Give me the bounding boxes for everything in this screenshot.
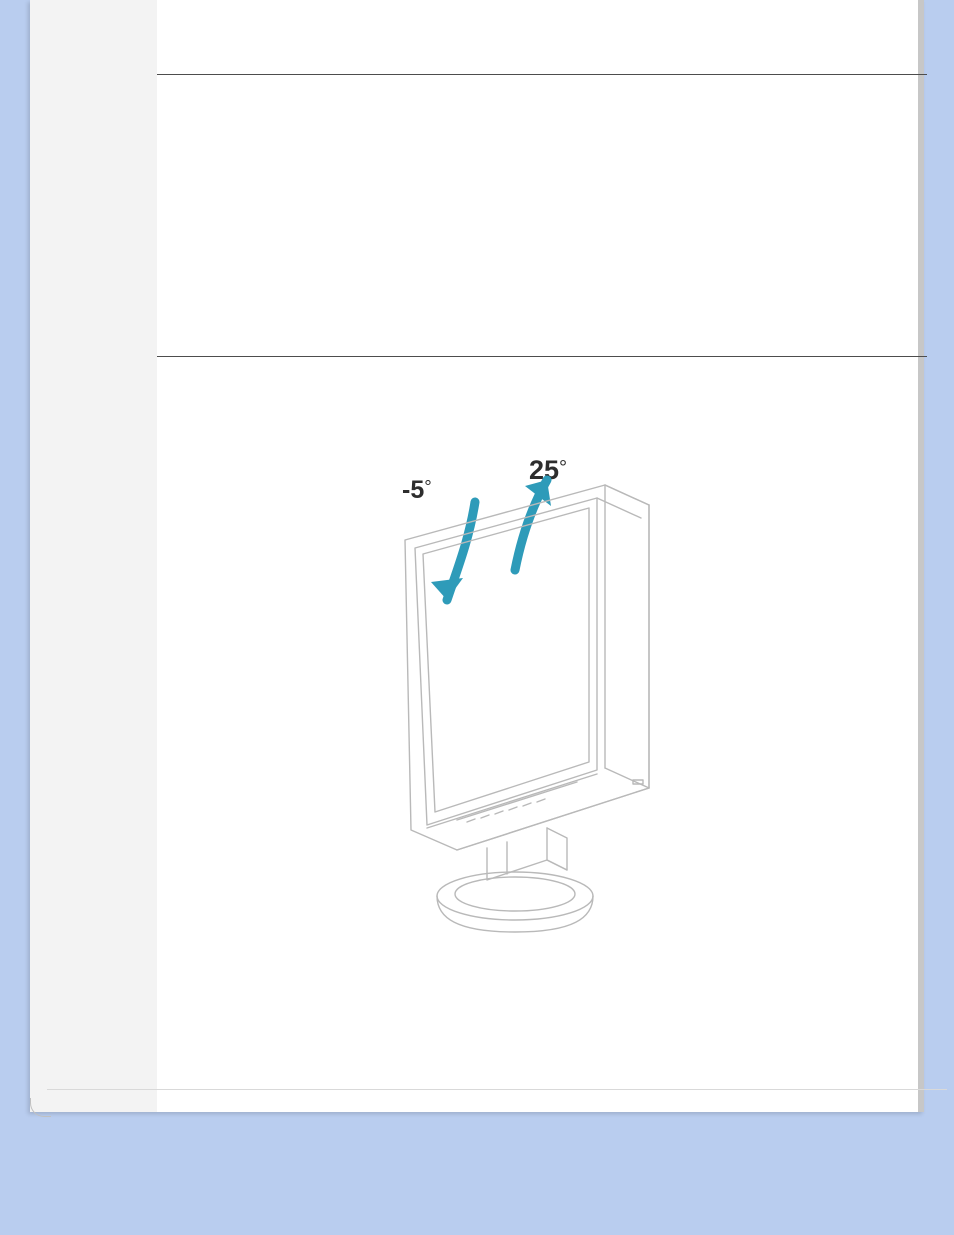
tilt-arrow-forward-icon xyxy=(515,480,551,570)
left-margin-band xyxy=(30,0,157,1112)
horizontal-rule-bottom xyxy=(47,1089,947,1090)
document-page: -5° 25° xyxy=(30,0,924,1112)
horizontal-rule-top xyxy=(157,74,927,75)
tilt-arrow-back-icon xyxy=(431,502,475,600)
page-bottom-left-corner xyxy=(30,1098,51,1117)
horizontal-rule-mid xyxy=(157,356,927,357)
monitor-outline xyxy=(405,485,649,932)
page-content: -5° 25° xyxy=(157,0,917,1112)
right-page-edge xyxy=(918,0,924,1112)
monitor-tilt-illustration xyxy=(397,450,697,970)
